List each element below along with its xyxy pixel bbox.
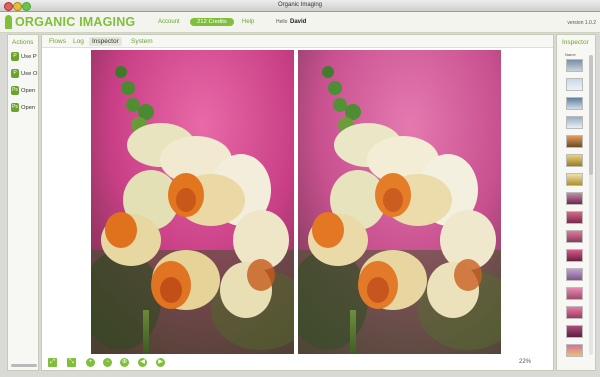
user-name: David xyxy=(290,18,307,25)
thumbnail[interactable] xyxy=(566,78,583,91)
inspector-panel: Inspector Name xyxy=(556,34,596,371)
minimize-window-icon[interactable] xyxy=(13,2,22,11)
thumbnail[interactable] xyxy=(566,249,583,262)
window-titlebar: Organic Imaging xyxy=(0,0,600,12)
image-toolbar: ⤢ ⤡ + − ⊕ ◀ ▶ 22% xyxy=(42,354,553,370)
actual-size-icon[interactable]: ⤡ xyxy=(67,358,76,367)
tab-inspector[interactable]: Inspector xyxy=(89,37,122,46)
p-icon: P xyxy=(11,69,19,78)
window-title: Organic Imaging xyxy=(277,2,323,8)
thumbnail[interactable] xyxy=(566,192,583,205)
help-link[interactable]: Help xyxy=(242,19,254,25)
zoom-fit-icon[interactable]: ⊕ xyxy=(120,358,129,367)
action-item[interactable]: Ps Open xyxy=(11,86,39,96)
actions-scrollbar[interactable] xyxy=(11,364,37,367)
thumbnail[interactable] xyxy=(566,59,583,72)
app-logo-text: ORGANIC IMAGING xyxy=(15,15,136,29)
column-header-name: Name xyxy=(565,52,576,57)
thumbnail[interactable] xyxy=(566,173,583,186)
action-label: Use P xyxy=(21,53,37,60)
tab-bar: Flows Log Inspector System xyxy=(42,35,553,48)
tab-flows[interactable]: Flows xyxy=(46,37,69,46)
thumbnail[interactable] xyxy=(566,268,583,281)
original-image[interactable] xyxy=(91,50,294,354)
zoom-out-icon[interactable]: − xyxy=(103,358,112,367)
thumbnail[interactable] xyxy=(566,211,583,224)
thumbnail[interactable] xyxy=(566,116,583,129)
actions-panel: Actions P Use P P Use O Ps Open Ps Open xyxy=(7,34,39,371)
zoom-level: 22% xyxy=(518,359,531,365)
action-label: Use O xyxy=(21,70,38,77)
zoom-in-icon[interactable]: + xyxy=(86,358,95,367)
actions-panel-title: Actions xyxy=(12,39,34,46)
thumbnail[interactable] xyxy=(566,344,583,357)
inspector-scrollbar-thumb[interactable] xyxy=(589,55,593,175)
thumbnail[interactable] xyxy=(566,287,583,300)
main-panel: Flows Log Inspector System ⤢ ⤡ + − ⊕ ◀ ▶… xyxy=(41,34,554,371)
ps-icon: Ps xyxy=(11,86,19,95)
fit-screen-icon[interactable]: ⤢ xyxy=(48,358,57,367)
thumbnail[interactable] xyxy=(566,325,583,338)
next-icon[interactable]: ▶ xyxy=(156,358,165,367)
thumbnail[interactable] xyxy=(566,154,583,167)
credits-badge[interactable]: 212 Credits xyxy=(190,18,234,26)
p-icon: P xyxy=(11,52,19,61)
previous-icon[interactable]: ◀ xyxy=(138,358,147,367)
action-label: Open xyxy=(21,104,36,111)
action-label: Open xyxy=(21,87,36,94)
action-item[interactable]: Ps Open xyxy=(11,103,39,113)
processed-image[interactable] xyxy=(298,50,501,354)
inspector-panel-title: Inspector xyxy=(562,39,589,46)
tab-log[interactable]: Log xyxy=(70,37,87,46)
thumbnail[interactable] xyxy=(566,306,583,319)
thumbnail[interactable] xyxy=(566,135,583,148)
account-link[interactable]: Account xyxy=(158,19,180,25)
thumbnail[interactable] xyxy=(566,230,583,243)
logo-icon xyxy=(5,15,12,29)
hello-label: Hello xyxy=(276,19,288,25)
version-label: version 1.0.2 xyxy=(567,20,596,26)
action-item[interactable]: P Use P xyxy=(11,52,39,62)
ps-icon: Ps xyxy=(11,103,19,112)
close-window-icon[interactable] xyxy=(4,2,13,11)
action-item[interactable]: P Use O xyxy=(11,69,39,79)
thumbnail[interactable] xyxy=(566,97,583,110)
app-header: ORGANIC IMAGING Account 212 Credits Help… xyxy=(0,12,600,33)
tab-system[interactable]: System xyxy=(128,37,156,46)
maximize-window-icon[interactable] xyxy=(22,2,31,11)
